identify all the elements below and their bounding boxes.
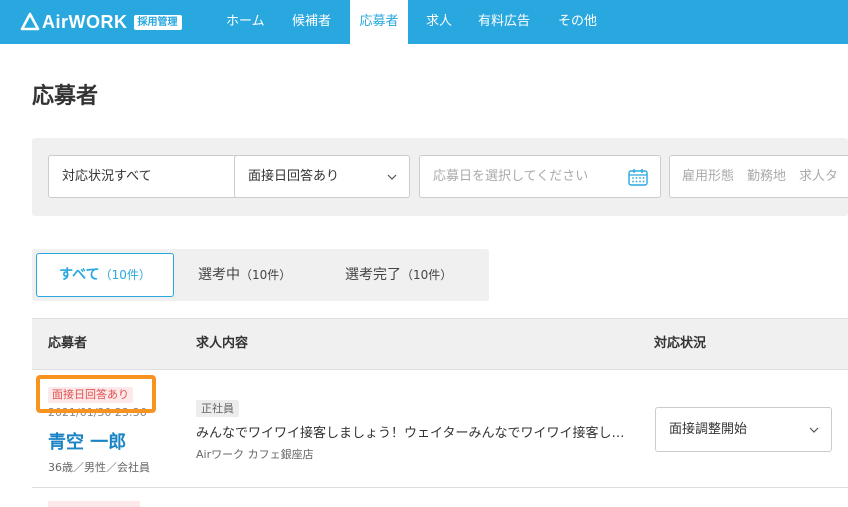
table-row[interactable]: 面接日回答あり 2021/01/30 23:36 青空 一郎 36歳／男性／会社…	[32, 370, 848, 488]
tab-completed-count: （10件）	[401, 268, 453, 282]
tab-in-progress-count: （10件）	[240, 268, 292, 282]
chevron-down-icon	[809, 408, 819, 451]
selection-tabs: すべて（10件） 選考中（10件） 選考完了（10件）	[32, 249, 489, 301]
tab-completed-label: 選考完了	[345, 267, 401, 283]
keyword-search-input[interactable]: 雇用形態 勤務地 求人タ	[669, 155, 848, 198]
column-header-status: 対応状況	[654, 336, 707, 351]
nav-home[interactable]: ホーム	[226, 0, 265, 44]
airwork-logo-icon	[20, 12, 40, 31]
applicant-name-link[interactable]: 青空 一郎	[48, 428, 126, 454]
tab-all-label: すべて	[59, 267, 100, 283]
status-select[interactable]: 面接調整開始	[655, 407, 832, 452]
column-header-applicant: 応募者	[48, 336, 88, 351]
chevron-down-icon	[387, 156, 397, 197]
logo-badge: 採用管理	[133, 14, 182, 30]
tab-all[interactable]: すべて（10件）	[36, 253, 174, 297]
column-header-job: 求人内容	[196, 336, 249, 351]
nav-applicants[interactable]: 応募者	[350, 0, 408, 44]
applied-date-placeholder: 応募日を選択してください	[433, 169, 589, 184]
tab-all-count: （10件）	[99, 268, 151, 282]
top-navigation-bar: AirWORK 採用管理 ホーム 候補者 応募者 求人 有料広告 その他	[0, 0, 848, 44]
nav-jobs[interactable]: 求人	[426, 0, 452, 44]
calendar-icon	[628, 169, 648, 186]
highlight-box	[36, 375, 156, 413]
nav-candidates[interactable]: 候補者	[292, 0, 331, 44]
app-logo[interactable]: AirWORK 採用管理	[20, 11, 182, 33]
keyword-search-placeholder: 雇用形態 勤務地 求人タ	[682, 169, 839, 184]
tab-in-progress[interactable]: 選考中（10件）	[198, 253, 291, 297]
status-filter-value: 対応状況すべて	[62, 169, 152, 184]
interview-filter-select[interactable]: 面接日回答あり	[234, 155, 410, 198]
table-header: 応募者 求人内容 対応状況	[32, 318, 848, 370]
job-title-link[interactable]: みんなでワイワイ接客しましょう！ウェイターみんなでワイワイ接客しましょう！ウェイ…	[196, 422, 636, 441]
employment-type-badge: 正社員	[196, 400, 239, 417]
store-name: Airワーク カフェ銀座店	[196, 448, 314, 461]
logo-text: AirWORK	[42, 12, 128, 32]
nav-other[interactable]: その他	[558, 0, 597, 44]
page-title: 応募者	[32, 84, 99, 109]
status-filter-select[interactable]: 対応状況すべて	[48, 155, 257, 198]
status-select-value: 面接調整開始	[669, 422, 748, 437]
interview-filter-value: 面接日回答あり	[248, 169, 340, 184]
tab-completed[interactable]: 選考完了（10件）	[345, 253, 452, 297]
filter-panel: 対応状況すべて 面接日回答あり 応募日を選択してください 雇用形態 勤務地 求人…	[32, 138, 848, 216]
applied-date-input[interactable]: 応募日を選択してください	[419, 155, 661, 198]
nav-paid-ads[interactable]: 有料広告	[478, 0, 530, 44]
next-row-badge-partial	[48, 501, 140, 507]
tab-in-progress-label: 選考中	[198, 267, 240, 283]
applicant-meta: 36歳／男性／会社員	[48, 461, 150, 474]
